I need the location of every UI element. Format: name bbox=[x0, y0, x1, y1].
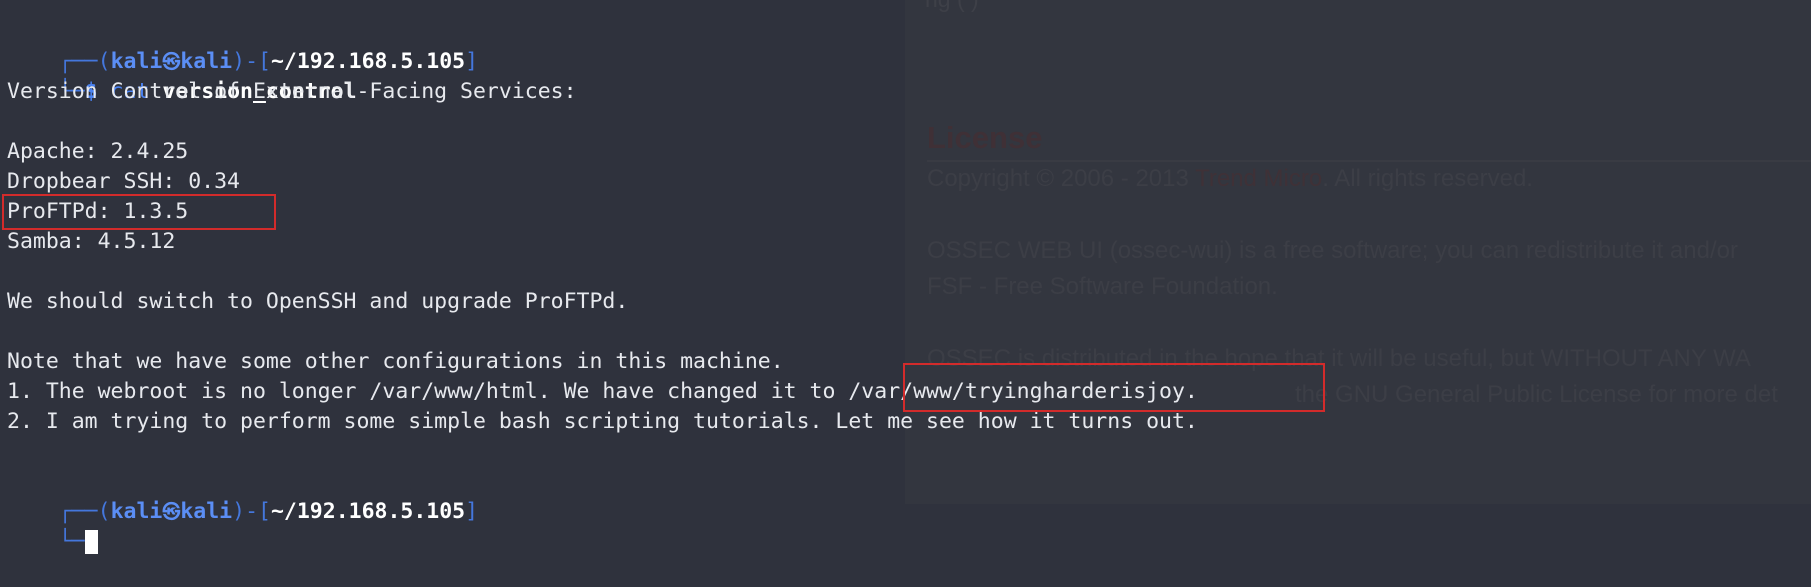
prompt-line-1: ┌──(kali㉿kali)-[~/192.168.5.105] bbox=[58, 49, 479, 74]
output-line: Version Control of External-Facing Servi… bbox=[7, 79, 577, 104]
command-line-1: └─$ cat version_control bbox=[58, 79, 357, 104]
text-cursor bbox=[84, 530, 98, 554]
prompt-at-symbol: ㉿ bbox=[162, 502, 181, 523]
prompt-host: kali bbox=[180, 499, 233, 524]
output-line: Note that we have some other configurati… bbox=[7, 349, 784, 374]
output-line: We should switch to OpenSSH and upgrade … bbox=[7, 289, 629, 314]
terminal-window[interactable]: ┌──(kali㉿kali)-[~/192.168.5.105] └─$ cat… bbox=[0, 0, 1811, 554]
command-line-2[interactable]: └─ bbox=[7, 497, 98, 554]
output-line: Apache: 2.4.25 bbox=[7, 139, 189, 164]
output-line: Dropbear SSH: 0.34 bbox=[7, 169, 240, 194]
prompt-user: kali bbox=[110, 499, 163, 524]
webroot-highlight-box bbox=[903, 363, 1325, 412]
output-line: Samba: 4.5.12 bbox=[7, 229, 176, 254]
prompt-line-2: ┌──(kali㉿kali)-[~/192.168.5.105] bbox=[58, 499, 479, 524]
prompt-path: ~/192.168.5.105 bbox=[270, 499, 466, 524]
proftpd-highlight-box bbox=[2, 194, 276, 230]
